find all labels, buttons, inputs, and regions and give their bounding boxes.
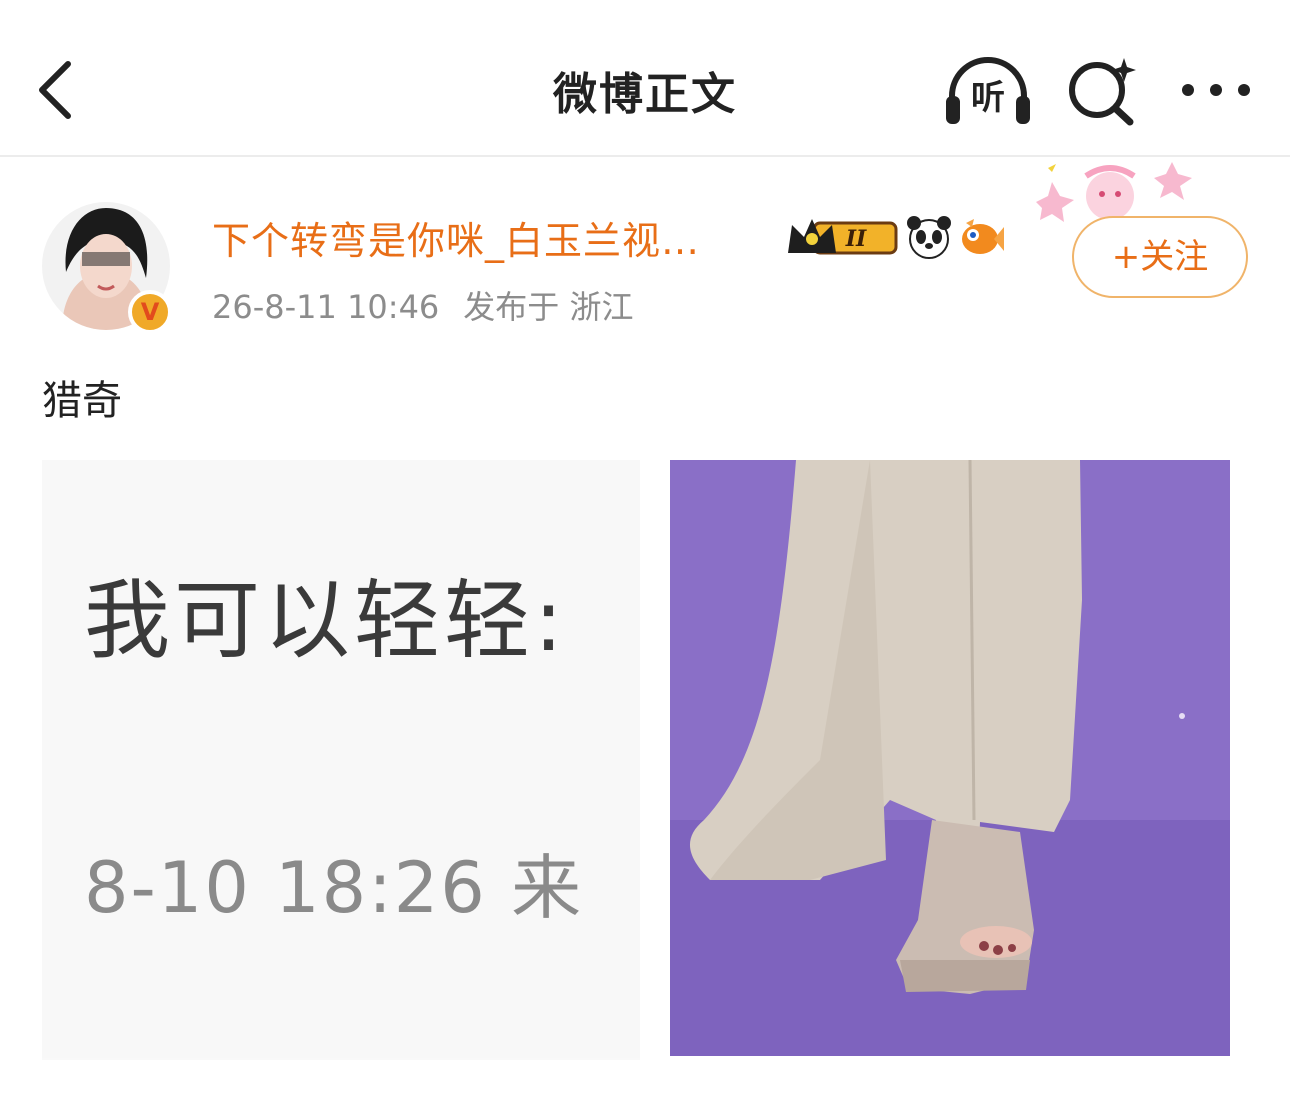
more-button[interactable] bbox=[1176, 70, 1256, 110]
post-image-screenshot[interactable]: 我可以轻轻: 8-10 18:26 来 bbox=[42, 460, 640, 1060]
follow-button[interactable]: +关注 bbox=[1072, 216, 1248, 298]
author-badges: II bbox=[784, 212, 1004, 262]
listen-button[interactable]: 听 bbox=[942, 54, 1034, 130]
post-image-photo[interactable] bbox=[670, 460, 1230, 1056]
top-navbar: 微博正文 听 bbox=[0, 0, 1290, 157]
photo-purple-carpet-icon bbox=[670, 460, 1230, 1056]
crown-level-badge-icon[interactable]: II bbox=[784, 215, 900, 259]
post-meta: 26-8-11 10:46 发布于 浙江 bbox=[212, 282, 633, 328]
goldfish-icon[interactable] bbox=[958, 215, 1004, 259]
listen-label: 听 bbox=[971, 78, 1005, 118]
more-dots-icon bbox=[1182, 84, 1250, 96]
author-name[interactable]: 下个转弯是你咪_白玉兰视… bbox=[212, 210, 700, 265]
screenshot-text-line2: 8-10 18:26 来 bbox=[84, 847, 584, 929]
search-sparkle-icon bbox=[1069, 58, 1136, 126]
post-location: 发布于 浙江 bbox=[463, 288, 634, 326]
search-button[interactable] bbox=[1064, 52, 1140, 128]
verified-badge-icon: V bbox=[128, 290, 172, 334]
panda-icon[interactable] bbox=[906, 215, 952, 259]
post-text: 猎奇 bbox=[42, 378, 122, 424]
screenshot-text-line1: 我可以轻轻: bbox=[84, 571, 567, 671]
post-timestamp: 26-8-11 10:46 bbox=[212, 288, 440, 326]
bottom-fade bbox=[0, 1056, 1290, 1114]
level-badge-text: II bbox=[845, 226, 867, 252]
